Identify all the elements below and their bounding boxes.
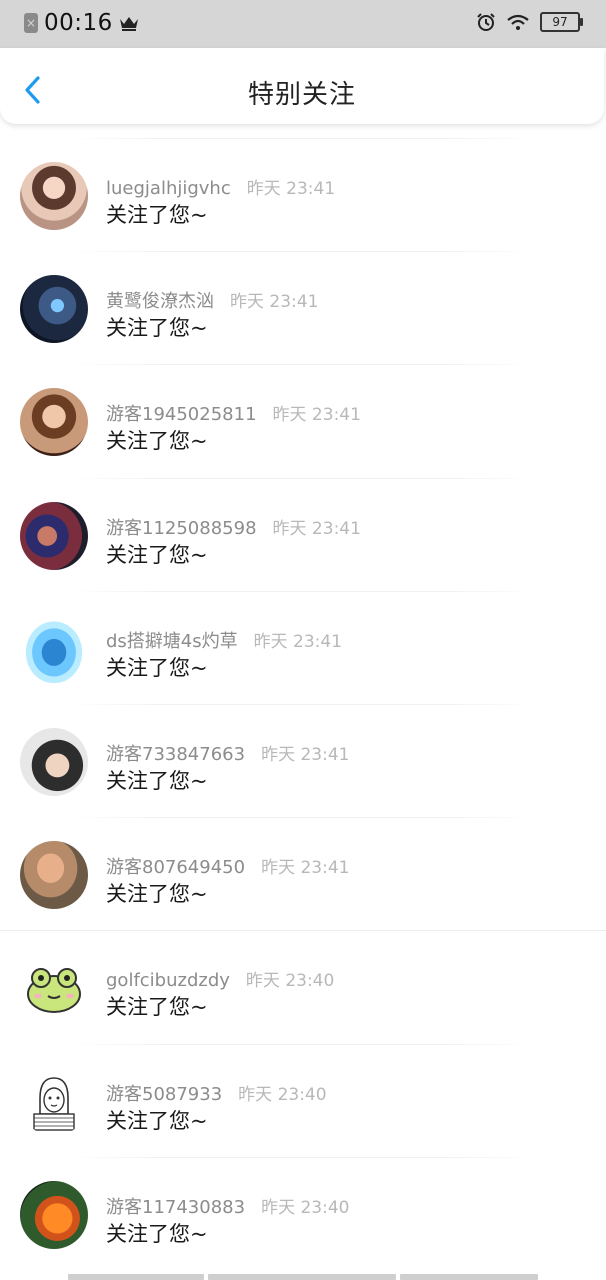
message-text: 关注了您~ (106, 316, 208, 341)
user-name[interactable]: 游客1125088598 (106, 518, 257, 539)
avatar[interactable] (20, 275, 88, 344)
alarm-icon (476, 12, 496, 32)
list-item[interactable]: golfcibuzdzdy 昨天 23:40 关注了您~ (0, 930, 606, 1043)
message-text: 关注了您~ (106, 203, 208, 227)
user-name[interactable]: 游客5087933 (106, 1084, 222, 1105)
bottom-bar-segment (208, 1274, 396, 1280)
timestamp: 昨天 23:40 (261, 1197, 350, 1218)
timestamp: 昨天 23:41 (272, 518, 361, 539)
message-text: 关注了您~ (106, 1108, 208, 1133)
avatar[interactable] (20, 1180, 88, 1249)
timestamp: 昨天 23:41 (261, 858, 350, 879)
avatar[interactable] (20, 614, 88, 683)
user-name[interactable]: 游客733847663 (106, 744, 245, 765)
list-item[interactable]: ds搭擗塘4s灼草 昨天 23:41 关注了您~ (0, 590, 606, 704)
avatar[interactable] (20, 388, 88, 457)
user-name[interactable]: ds搭擗塘4s灼草 (106, 631, 238, 652)
avatar[interactable] (20, 162, 88, 230)
timestamp: 昨天 23:41 (230, 292, 319, 313)
list-item[interactable]: 游客733847663 昨天 23:41 关注了您~ (0, 703, 606, 817)
user-name[interactable]: 游客807649450 (106, 857, 245, 878)
crown-icon (119, 15, 139, 31)
message-text: 关注了您~ (106, 1221, 208, 1246)
avatar[interactable] (20, 727, 88, 796)
message-text: 关注了您~ (106, 429, 208, 454)
avatar[interactable] (20, 501, 88, 570)
status-right: 97 (476, 12, 583, 32)
header-bar: 特别关注 (0, 48, 604, 124)
follow-list: luegjalhjigvhc 昨天 23:41 关注了您~ 黄鹭俊潦杰汹 昨天 23… (0, 138, 606, 1270)
status-bar: × 00:16 97 (0, 0, 606, 48)
timestamp: 昨天 23:40 (245, 971, 335, 992)
user-name[interactable]: luegjalhjigvhc (106, 178, 231, 199)
list-item[interactable]: 游客5087933 昨天 23:40 关注了您~ (0, 1043, 606, 1157)
message-text: 关注了您~ (106, 655, 208, 680)
message-text: 关注了您~ (106, 542, 208, 567)
timestamp: 昨天 23:41 (246, 179, 336, 199)
message-text: 关注了您~ (106, 882, 208, 907)
page-title: 特别关注 (247, 80, 356, 110)
bottom-bar-segment (68, 1274, 204, 1280)
list-item[interactable]: 黄鹭俊潦杰汹 昨天 23:41 关注了您~ (0, 251, 606, 364)
list-item[interactable]: 游客1945025811 昨天 23:41 关注了您~ (0, 364, 606, 477)
user-name[interactable]: golfcibuzdzdy (106, 970, 230, 991)
list-item[interactable]: luegjalhjigvhc 昨天 23:41 关注了您~ (0, 138, 606, 251)
user-name[interactable]: 游客1945025811 (106, 404, 257, 425)
user-name[interactable]: 游客117430883 (106, 1197, 245, 1218)
status-left: × 00:16 (24, 10, 139, 36)
battery-icon: 97 (540, 12, 583, 32)
list-item[interactable]: 游客117430883 昨天 23:40 关注了您~ (0, 1156, 606, 1270)
close-square-icon: × (24, 13, 38, 33)
timestamp: 昨天 23:41 (253, 631, 343, 652)
list-item[interactable]: 游客807649450 昨天 23:41 关注了您~ (0, 817, 606, 930)
timestamp: 昨天 23:41 (272, 405, 361, 426)
timestamp: 昨天 23:41 (261, 744, 350, 765)
message-text: 关注了您~ (106, 768, 208, 793)
wifi-icon (506, 13, 530, 31)
bottom-bar-segment (400, 1274, 538, 1280)
status-time: 00:16 (44, 10, 113, 36)
list-item[interactable]: 游客1125088598 昨天 23:41 关注了您~ (0, 477, 606, 591)
avatar[interactable] (20, 954, 88, 1023)
avatar[interactable] (20, 1067, 88, 1136)
timestamp: 昨天 23:40 (238, 1084, 327, 1105)
avatar[interactable] (20, 841, 88, 910)
message-text: 关注了您~ (106, 995, 208, 1020)
bottom-edge (0, 1274, 606, 1280)
user-name[interactable]: 黄鹭俊潦杰汹 (106, 291, 214, 312)
